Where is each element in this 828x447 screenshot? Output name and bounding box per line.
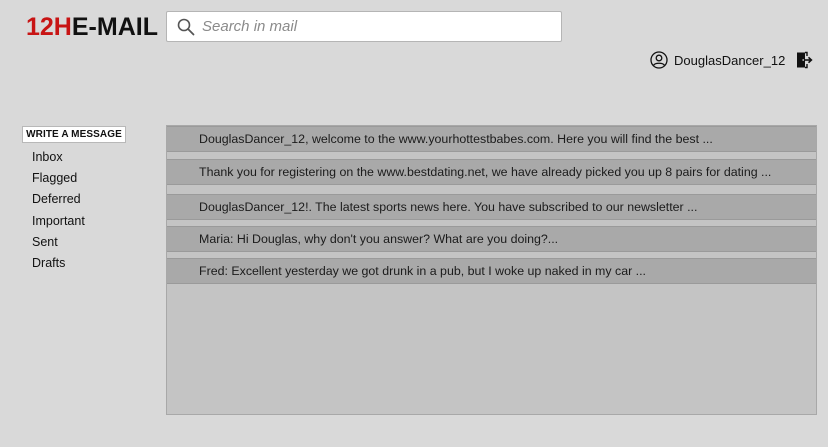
mail-app: 12HE-MAIL DouglasDancer_12 (0, 0, 828, 447)
mail-item[interactable]: Fred: Excellent yesterday we got drunk i… (167, 258, 816, 284)
search-box[interactable] (166, 11, 562, 42)
mail-item[interactable]: DouglasDancer_12, welcome to the www.you… (167, 126, 816, 152)
mail-list: DouglasDancer_12, welcome to the www.you… (166, 125, 817, 415)
search-icon (176, 17, 196, 37)
nav-item-flagged[interactable]: Flagged (32, 171, 85, 192)
user-icon (650, 51, 668, 69)
mail-item[interactable]: DouglasDancer_12!. The latest sports new… (167, 194, 816, 220)
logout-icon (795, 51, 813, 69)
logo-part-black: E-MAIL (71, 13, 158, 41)
search-input[interactable] (202, 18, 542, 35)
user-profile[interactable]: DouglasDancer_12 (650, 50, 785, 70)
write-message-button[interactable]: WRITE A MESSAGE (22, 126, 126, 143)
mail-item[interactable]: Thank you for registering on the www.bes… (167, 159, 816, 185)
mail-item[interactable]: Maria: Hi Douglas, why don't you answer?… (167, 226, 816, 252)
folder-nav: Inbox Flagged Deferred Important Sent Dr… (32, 150, 85, 277)
username: DouglasDancer_12 (674, 52, 786, 68)
logout-button[interactable] (795, 51, 813, 69)
logo-part-red: 12H (26, 13, 72, 41)
nav-item-important[interactable]: Important (32, 214, 85, 235)
nav-item-deferred[interactable]: Deferred (32, 192, 85, 213)
app-logo[interactable]: 12HE-MAIL (26, 12, 158, 42)
nav-item-drafts[interactable]: Drafts (32, 256, 85, 277)
nav-item-sent[interactable]: Sent (32, 235, 85, 256)
nav-item-inbox[interactable]: Inbox (32, 150, 85, 171)
